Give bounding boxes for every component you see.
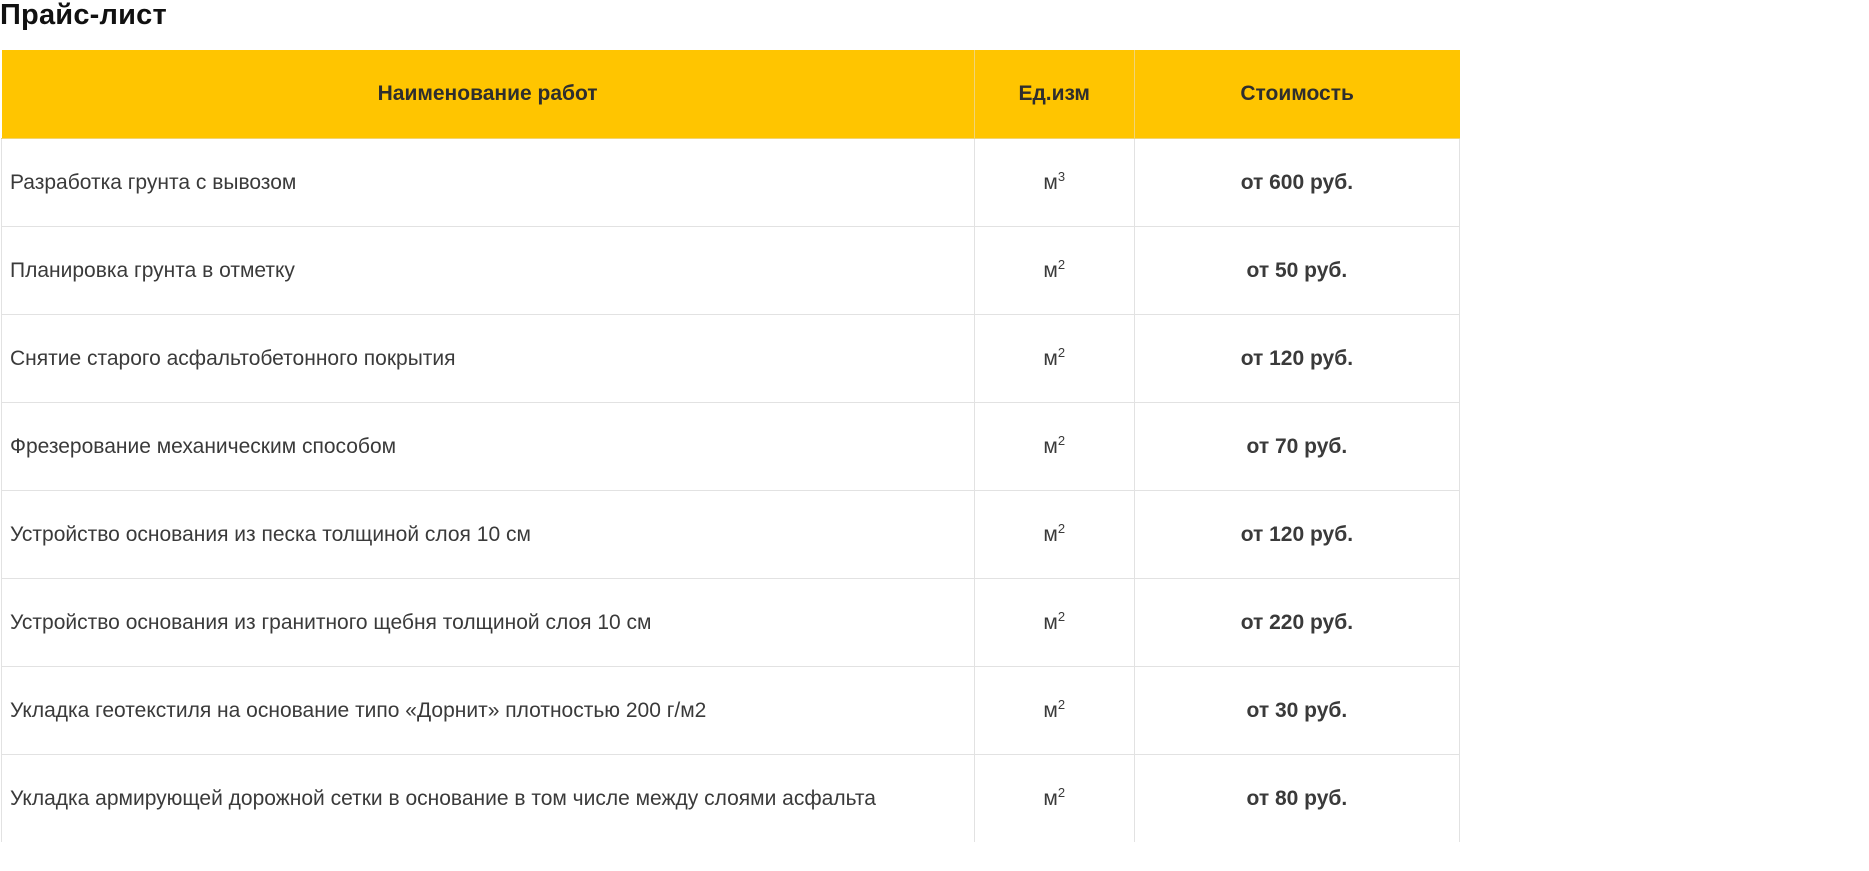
unit-power: 3 <box>1057 168 1066 184</box>
table-row: Устройство основания из гранитного щебня… <box>1 578 1461 667</box>
table-row: Разработка грунта с вывозом м3 от 600 ру… <box>1 138 1461 227</box>
service-name: Устройство основания из песка толщиной с… <box>1 490 975 579</box>
price-cell: от 600 руб. <box>1133 138 1461 227</box>
unit-base: м <box>1043 434 1058 458</box>
unit-cell: м2 <box>973 490 1135 579</box>
service-name: Укладка армирующей дорожной сетки в осно… <box>1 754 975 842</box>
table-row: Планировка грунта в отметку м2 от 50 руб… <box>1 226 1461 315</box>
header-unit: Ед.изм <box>973 50 1135 139</box>
service-name: Устройство основания из гранитного щебня… <box>1 578 975 667</box>
price-cell: от 30 руб. <box>1133 666 1461 755</box>
service-name: Планировка грунта в отметку <box>1 226 975 315</box>
unit-base: м <box>1043 610 1058 634</box>
unit-base: м <box>1043 522 1058 546</box>
price-cell: от 220 руб. <box>1133 578 1461 667</box>
page-title: Прайс-лист <box>0 0 167 31</box>
unit-cell: м2 <box>973 314 1135 403</box>
service-name: Укладка геотекстиля на основание типо «Д… <box>1 666 975 755</box>
unit-base: м <box>1043 786 1058 810</box>
price-cell: от 80 руб. <box>1133 754 1461 842</box>
table-row: Укладка армирующей дорожной сетки в осно… <box>1 754 1461 842</box>
unit-power: 2 <box>1057 520 1066 536</box>
price-cell: от 120 руб. <box>1133 314 1461 403</box>
price-cell: от 120 руб. <box>1133 490 1461 579</box>
unit-base: м <box>1043 698 1058 722</box>
unit-cell: м2 <box>973 226 1135 315</box>
price-cell: от 70 руб. <box>1133 402 1461 491</box>
table-row: Фрезерование механическим способом м2 от… <box>1 402 1461 491</box>
unit-cell: м2 <box>973 754 1135 842</box>
table-header-row: Наименование работ Ед.изм Стоимость <box>1 50 1460 139</box>
table-row: Снятие старого асфальтобетонного покрыти… <box>1 314 1461 403</box>
price-table: Наименование работ Ед.изм Стоимость Разр… <box>1 50 1461 842</box>
unit-cell: м2 <box>973 578 1135 667</box>
unit-cell: м3 <box>973 138 1135 227</box>
unit-power: 2 <box>1057 608 1066 624</box>
service-name: Снятие старого асфальтобетонного покрыти… <box>1 314 975 403</box>
header-name: Наименование работ <box>1 50 975 139</box>
unit-power: 2 <box>1057 696 1066 712</box>
unit-cell: м2 <box>973 666 1135 755</box>
unit-power: 2 <box>1057 344 1066 360</box>
unit-base: м <box>1043 258 1058 282</box>
service-name: Фрезерование механическим способом <box>1 402 975 491</box>
unit-base: м <box>1043 170 1058 194</box>
unit-base: м <box>1043 346 1058 370</box>
table-row: Укладка геотекстиля на основание типо «Д… <box>1 666 1461 755</box>
price-cell: от 50 руб. <box>1133 226 1461 315</box>
unit-power: 2 <box>1057 784 1066 800</box>
service-name: Разработка грунта с вывозом <box>1 138 975 227</box>
unit-power: 2 <box>1057 256 1066 272</box>
unit-power: 2 <box>1057 432 1066 448</box>
header-price: Стоимость <box>1133 50 1460 139</box>
unit-cell: м2 <box>973 402 1135 491</box>
table-row: Устройство основания из песка толщиной с… <box>1 490 1461 579</box>
